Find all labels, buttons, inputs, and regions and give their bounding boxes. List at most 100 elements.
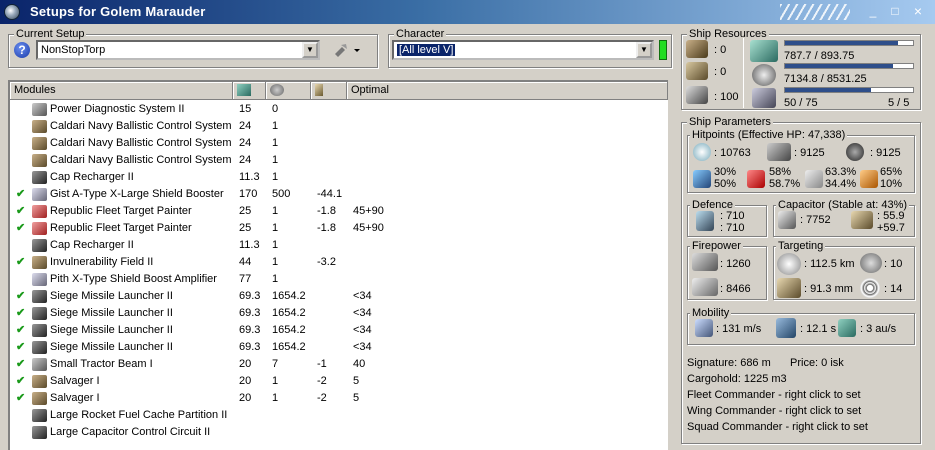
em-resist-icon <box>693 170 711 188</box>
table-row[interactable]: Cap Recharger II 11.3 1 <box>10 169 668 186</box>
active-check-icon[interactable]: ✔ <box>16 254 26 271</box>
module-icon <box>32 239 47 252</box>
active-check-icon[interactable]: ✔ <box>16 220 26 237</box>
capacitor-icon <box>315 84 323 96</box>
module-optimal: <34 <box>353 341 372 353</box>
table-row[interactable]: ✔ Siege Missile Launcher II 69.3 1654.2 <34 <box>10 322 668 339</box>
table-row[interactable]: ✔ Republic Fleet Target Painter 25 1 -1.8 45+… <box>10 220 668 237</box>
module-powergrid: 1 <box>272 239 279 251</box>
mobility-label: Mobility <box>690 306 732 320</box>
targeting-range: : 112.5 km <box>804 258 855 270</box>
module-optimal: <34 <box>353 290 372 302</box>
explosive-resist-icon <box>860 170 878 188</box>
chevron-down-icon[interactable]: ▼ <box>636 42 652 58</box>
table-row[interactable]: Large Rocket Fuel Cache Partition II <box>10 407 668 424</box>
active-check-icon[interactable]: ✔ <box>16 203 26 220</box>
active-check-icon[interactable]: ✔ <box>16 305 26 322</box>
explosive-resist-b: 10% <box>880 178 903 190</box>
active-check-icon[interactable]: ✔ <box>16 288 26 305</box>
module-powergrid: 1654.2 <box>272 307 306 319</box>
module-optimal: 40 <box>353 358 366 370</box>
active-check-icon[interactable]: ✔ <box>16 390 26 407</box>
active-check-icon[interactable]: ✔ <box>16 186 26 203</box>
active-check-icon[interactable]: ✔ <box>16 339 26 356</box>
table-row[interactable]: Caldari Navy Ballistic Control System 24 1 <box>10 152 668 169</box>
col-header-modules[interactable]: Modules <box>10 82 233 100</box>
fleet-commander[interactable]: Fleet Commander - right click to set <box>687 389 861 401</box>
col-header-powergrid[interactable] <box>266 82 311 100</box>
setup-tools-menu-icon[interactable] <box>332 41 362 59</box>
table-row[interactable]: Caldari Navy Ballistic Control System 24 1 <box>10 135 668 152</box>
table-row[interactable]: Large Capacitor Control Circuit II <box>10 424 668 441</box>
module-powergrid: 1654.2 <box>272 290 306 302</box>
module-icon <box>32 324 47 337</box>
current-setup-label: Current Setup <box>14 27 87 41</box>
module-name: Salvager I <box>50 375 100 387</box>
close-button[interactable]: × <box>910 4 926 19</box>
shield-icon <box>693 143 711 161</box>
em-resist-a: 30% <box>714 166 737 178</box>
table-row[interactable]: Pith X-Type Shield Boost Amplifier 77 1 <box>10 271 668 288</box>
em-resist-b: 50% <box>714 178 737 190</box>
module-cpu: 24 <box>239 154 252 166</box>
table-row[interactable]: ✔ Salvager I 20 1 -2 5 <box>10 373 668 390</box>
drone-bay-bar <box>784 87 914 93</box>
active-check-icon[interactable]: ✔ <box>16 373 26 390</box>
minimize-button[interactable]: _ <box>865 4 881 19</box>
app-logo-icon[interactable] <box>4 4 20 20</box>
thermal-resist-a: 58% <box>769 166 792 178</box>
active-check-icon[interactable]: ✔ <box>16 322 26 339</box>
setup-select[interactable]: NonStopTorp ▼ <box>36 40 320 60</box>
targeting-label: Targeting <box>776 239 826 253</box>
wing-commander[interactable]: Wing Commander - right click to set <box>687 405 861 417</box>
capacitor-amount-icon <box>778 211 796 229</box>
col-header-optimal[interactable]: Optimal <box>347 82 668 100</box>
title-bar[interactable]: Setups for Golem Marauder _ □ × <box>0 0 935 24</box>
col-header-cpu[interactable] <box>233 82 266 100</box>
module-icon <box>32 103 47 116</box>
table-row[interactable]: Cap Recharger II 11.3 1 <box>10 237 668 254</box>
module-cpu: 15 <box>239 103 252 115</box>
signature-radius: Signature: 686 m <box>687 357 771 369</box>
velocity-icon <box>695 319 713 337</box>
module-icon <box>32 290 47 303</box>
table-row[interactable]: ✔ Siege Missile Launcher II 69.3 1654.2 <34 <box>10 339 668 356</box>
table-row[interactable]: ✔ Salvager I 20 1 -2 5 <box>10 390 668 407</box>
modules-list[interactable]: Modules Optimal Power Diagnostic System … <box>8 80 668 450</box>
module-name: Gist A-Type X-Large Shield Booster <box>50 188 224 200</box>
launcher-hardpoints: : 0 <box>714 66 727 78</box>
table-row[interactable]: Power Diagnostic System II 15 0 <box>10 101 668 118</box>
module-name: Caldari Navy Ballistic Control System <box>50 137 232 149</box>
armor-hp: : 9125 <box>794 147 825 159</box>
active-check-icon[interactable]: ✔ <box>16 356 26 373</box>
module-name: Large Capacitor Control Circuit II <box>50 426 211 438</box>
max-targets-icon <box>860 253 882 273</box>
cargohold: Cargohold: 1225 m3 <box>687 373 787 385</box>
module-capacitor: -1.8 <box>317 205 336 217</box>
module-icon <box>32 137 47 150</box>
module-name: Siege Missile Launcher II <box>50 307 173 319</box>
col-header-capacitor[interactable] <box>311 82 347 100</box>
table-row[interactable]: ✔ Invulnerability Field II 44 1 -3.2 <box>10 254 668 271</box>
capacitor-amount: : 7752 <box>800 214 831 226</box>
module-optimal: 45+90 <box>353 205 384 217</box>
squad-commander[interactable]: Squad Commander - right click to set <box>687 421 868 433</box>
help-icon[interactable]: ? <box>14 42 30 58</box>
character-select[interactable]: [All level V] ▼ <box>392 40 654 60</box>
table-row[interactable]: ✔ Gist A-Type X-Large Shield Booster 170 50… <box>10 186 668 203</box>
module-icon <box>32 358 47 371</box>
table-row[interactable]: ✔ Small Tractor Beam I 20 7 -1 40 <box>10 356 668 373</box>
module-powergrid: 1 <box>272 375 279 387</box>
chevron-down-icon[interactable]: ▼ <box>302 42 318 58</box>
cpu-icon <box>750 40 778 62</box>
structure-hp: : 9125 <box>870 147 901 159</box>
table-row[interactable]: ✔ Siege Missile Launcher II 69.3 1654.2 <34 <box>10 288 668 305</box>
table-row[interactable]: ✔ Siege Missile Launcher II 69.3 1654.2 <34 <box>10 305 668 322</box>
drone-bay-value: 50 / 75 <box>784 97 818 109</box>
max-velocity: : 131 m/s <box>716 323 762 335</box>
module-cpu: 20 <box>239 375 252 387</box>
maximize-button[interactable]: □ <box>887 4 903 19</box>
table-row[interactable]: Caldari Navy Ballistic Control System 24 1 <box>10 118 668 135</box>
table-row[interactable]: ✔ Republic Fleet Target Painter 25 1 -1.8 45+… <box>10 203 668 220</box>
firepower-a: : 1260 <box>720 258 751 270</box>
